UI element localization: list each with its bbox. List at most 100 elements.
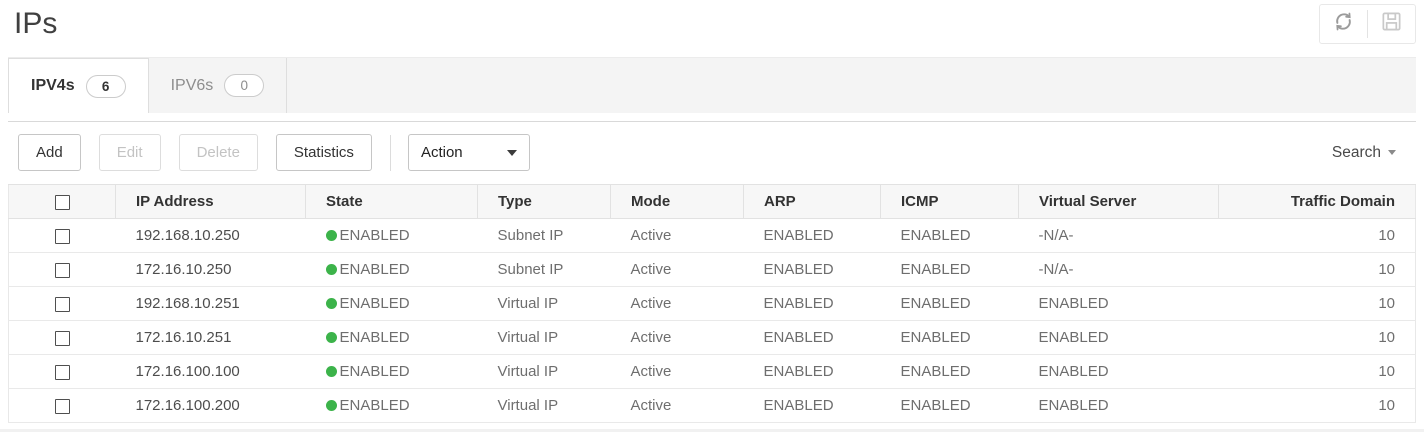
column-header-traffic-domain[interactable]: Traffic Domain <box>1219 185 1416 219</box>
state-enabled-dot <box>326 332 337 343</box>
state-enabled-dot <box>326 366 337 377</box>
page-title: IPs <box>14 4 57 43</box>
cell-traffic-domain: 10 <box>1219 253 1416 287</box>
row-checkbox[interactable] <box>55 399 70 414</box>
tab-strip: IPV4s 6 IPV6s 0 <box>8 57 1416 113</box>
cell-icmp: ENABLED <box>881 253 1019 287</box>
cell-type: Virtual IP <box>478 321 611 355</box>
cell-icmp: ENABLED <box>881 287 1019 321</box>
cell-ip-address: 172.16.100.100 <box>116 355 306 389</box>
column-header-type[interactable]: Type <box>478 185 611 219</box>
cell-virtual-server: ENABLED <box>1019 389 1219 423</box>
column-header-state[interactable]: State <box>306 185 478 219</box>
state-enabled-dot <box>326 298 337 309</box>
table-row: 192.168.10.251 ENABLED Virtual IP Active… <box>9 287 1416 321</box>
row-checkbox[interactable] <box>55 331 70 346</box>
table-row: 172.16.100.200 ENABLED Virtual IP Active… <box>9 389 1416 423</box>
row-checkbox[interactable] <box>55 297 70 312</box>
cell-traffic-domain: 10 <box>1219 321 1416 355</box>
cell-arp: ENABLED <box>744 219 881 253</box>
tab-ipv4s[interactable]: IPV4s 6 <box>8 58 149 113</box>
row-checkbox[interactable] <box>55 263 70 278</box>
cell-type: Subnet IP <box>478 219 611 253</box>
table-row: 172.16.100.100 ENABLED Virtual IP Active… <box>9 355 1416 389</box>
cell-state: ENABLED <box>306 287 478 321</box>
cell-type: Virtual IP <box>478 389 611 423</box>
row-checkbox[interactable] <box>55 229 70 244</box>
column-header-mode[interactable]: Mode <box>611 185 744 219</box>
cell-icmp: ENABLED <box>881 321 1019 355</box>
cell-arp: ENABLED <box>744 321 881 355</box>
cell-ip-address: 192.168.10.250 <box>116 219 306 253</box>
cell-icmp: ENABLED <box>881 389 1019 423</box>
state-enabled-dot <box>326 264 337 275</box>
cell-mode: Active <box>611 355 744 389</box>
cell-type: Subnet IP <box>478 253 611 287</box>
cell-state: ENABLED <box>306 253 478 287</box>
add-button[interactable]: Add <box>18 134 81 171</box>
column-header-ip-address[interactable]: IP Address <box>116 185 306 219</box>
search-chevron-down-icon <box>1388 150 1396 155</box>
cell-traffic-domain: 10 <box>1219 219 1416 253</box>
cell-ip-address: 172.16.10.251 <box>116 321 306 355</box>
table-row: 172.16.10.251 ENABLED Virtual IP Active … <box>9 321 1416 355</box>
edit-button[interactable]: Edit <box>99 134 161 171</box>
cell-virtual-server: ENABLED <box>1019 287 1219 321</box>
cell-virtual-server: ENABLED <box>1019 321 1219 355</box>
cell-state: ENABLED <box>306 219 478 253</box>
search-toggle[interactable]: Search <box>1332 144 1406 162</box>
cell-mode: Active <box>611 219 744 253</box>
cell-type: Virtual IP <box>478 355 611 389</box>
cell-type: Virtual IP <box>478 287 611 321</box>
cell-traffic-domain: 10 <box>1219 287 1416 321</box>
cell-traffic-domain: 10 <box>1219 389 1416 423</box>
table-row: 172.16.10.250 ENABLED Subnet IP Active E… <box>9 253 1416 287</box>
action-dropdown[interactable]: Action <box>408 134 530 171</box>
app-header: IPs <box>0 0 1424 57</box>
cell-ip-address: 192.168.10.251 <box>116 287 306 321</box>
action-dropdown-label: Action <box>421 144 463 161</box>
cell-icmp: ENABLED <box>881 219 1019 253</box>
select-all-checkbox[interactable] <box>55 195 70 210</box>
search-label: Search <box>1332 144 1381 162</box>
column-header-arp[interactable]: ARP <box>744 185 881 219</box>
cell-state: ENABLED <box>306 321 478 355</box>
cell-traffic-domain: 10 <box>1219 355 1416 389</box>
tab-ipv6s-count-badge: 0 <box>224 74 264 97</box>
column-header-virtual-server[interactable]: Virtual Server <box>1019 185 1219 219</box>
save-icon <box>1380 10 1403 38</box>
cell-state: ENABLED <box>306 389 478 423</box>
column-header-icmp[interactable]: ICMP <box>881 185 1019 219</box>
ip-table: IP Address State Type Mode ARP ICMP Virt… <box>8 184 1416 423</box>
toolbar: Add Edit Delete Statistics Action Search <box>8 122 1416 184</box>
bottom-scroll-track <box>0 429 1424 432</box>
statistics-button[interactable]: Statistics <box>276 134 372 171</box>
header-icon-group <box>1319 4 1416 44</box>
row-checkbox[interactable] <box>55 365 70 380</box>
cell-virtual-server: ENABLED <box>1019 355 1219 389</box>
tab-ipv4s-label: IPV4s <box>31 77 75 95</box>
refresh-icon <box>1332 10 1355 38</box>
chevron-down-icon <box>507 150 517 156</box>
delete-button[interactable]: Delete <box>179 134 258 171</box>
cell-mode: Active <box>611 389 744 423</box>
cell-mode: Active <box>611 321 744 355</box>
tab-ipv6s[interactable]: IPV6s 0 <box>149 58 288 113</box>
select-all-header <box>9 185 116 219</box>
cell-arp: ENABLED <box>744 287 881 321</box>
cell-state: ENABLED <box>306 355 478 389</box>
table-row: 192.168.10.250 ENABLED Subnet IP Active … <box>9 219 1416 253</box>
cell-icmp: ENABLED <box>881 355 1019 389</box>
tab-ipv4s-count-badge: 6 <box>86 75 126 98</box>
cell-arp: ENABLED <box>744 355 881 389</box>
toolbar-divider <box>390 135 391 171</box>
cell-mode: Active <box>611 287 744 321</box>
cell-virtual-server: -N/A- <box>1019 219 1219 253</box>
refresh-button[interactable] <box>1320 5 1367 43</box>
cell-arp: ENABLED <box>744 253 881 287</box>
save-button[interactable] <box>1368 5 1415 43</box>
content-panel: Add Edit Delete Statistics Action Search… <box>8 121 1416 423</box>
tab-ipv6s-label: IPV6s <box>171 77 214 95</box>
cell-ip-address: 172.16.10.250 <box>116 253 306 287</box>
state-enabled-dot <box>326 400 337 411</box>
